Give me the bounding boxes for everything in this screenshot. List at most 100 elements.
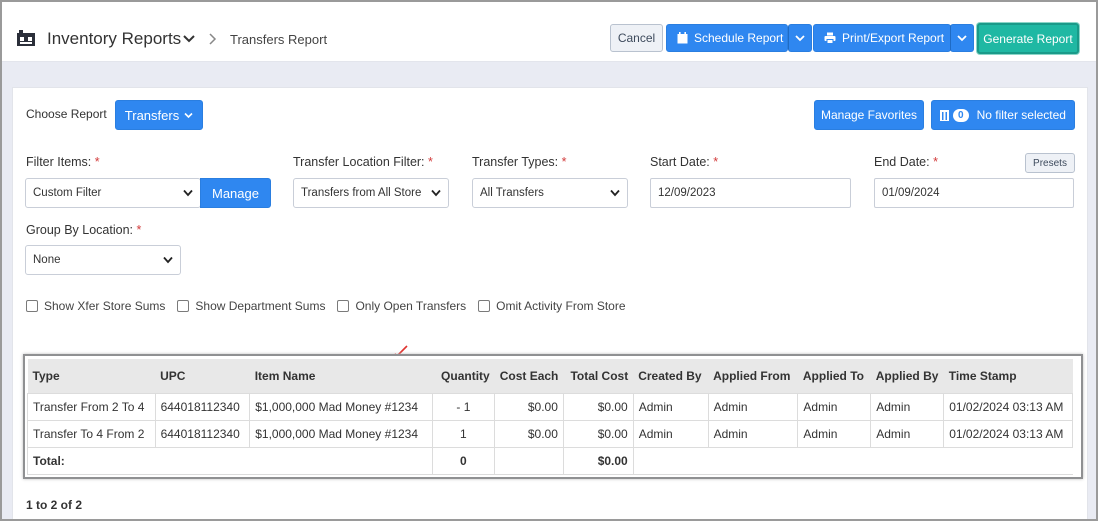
column-header-item-name[interactable]: Item Name: [249, 359, 433, 393]
location-filter-label: Transfer Location Filter: *: [293, 155, 433, 169]
filter-status-button[interactable]: 0 No filter selected: [931, 100, 1075, 130]
report-selector-label: Transfers: [124, 107, 180, 123]
cell-created-by: Admin: [632, 419, 709, 448]
cell-applied-from: Admin: [707, 419, 799, 448]
warehouse-icon: [17, 30, 35, 46]
generate-report-button[interactable]: Generate Report: [977, 23, 1079, 54]
column-header-cost-each[interactable]: Cost Each: [494, 359, 564, 393]
print-export-dropdown[interactable]: [950, 24, 974, 52]
column-header-upc[interactable]: UPC: [155, 359, 250, 393]
filter-items-select[interactable]: Custom Filter: [25, 178, 201, 208]
manage-favorites-button[interactable]: Manage Favorites: [814, 100, 924, 130]
report-options: Show Xfer Store Sums Show Department Sum…: [26, 299, 638, 313]
cell-type: Transfer From 2 To 4: [27, 392, 156, 421]
printer-icon: [824, 32, 836, 44]
manage-filter-button[interactable]: Manage: [200, 178, 271, 208]
filter-items-label: Filter Items: *: [26, 155, 100, 169]
chevron-down-icon: [610, 189, 620, 197]
option-only-open-transfers[interactable]: Only Open Transfers: [337, 299, 466, 313]
column-header-total-cost[interactable]: Total Cost: [563, 359, 634, 393]
breadcrumb: Transfers Report: [230, 32, 328, 47]
filter-icon: [940, 109, 950, 121]
checkbox[interactable]: [337, 300, 350, 312]
filter-items-value: Custom Filter: [33, 187, 102, 199]
column-header-quantity[interactable]: Quantity: [432, 359, 495, 393]
checkbox[interactable]: [478, 300, 491, 312]
report-table: Type UPC Item Name Quantity Cost Each To…: [27, 359, 1073, 475]
print-export-label: Print/Export Report: [842, 31, 945, 45]
end-date-input[interactable]: 01/09/2024: [874, 178, 1074, 208]
start-date-label: Start Date: *: [650, 155, 719, 169]
filter-count-badge: 0: [953, 108, 969, 122]
schedule-report-label: Schedule Report: [694, 31, 784, 45]
chevron-down-icon: [184, 112, 193, 118]
chevron-down-icon: [957, 35, 967, 42]
group-by-value: None: [33, 254, 61, 266]
cell-quantity: - 1: [431, 392, 496, 421]
cell-item-name: $1,000,000 Mad Money #1234: [249, 392, 433, 421]
cancel-button[interactable]: Cancel: [610, 24, 663, 52]
total-cost-each-empty: [494, 446, 564, 475]
table-row[interactable]: Transfer To 4 From 2 644018112340 $1,000…: [27, 419, 1073, 448]
table-row[interactable]: Transfer From 2 To 4 644018112340 $1,000…: [27, 392, 1073, 421]
cell-item-name: $1,000,000 Mad Money #1234: [249, 419, 433, 448]
app-title[interactable]: Inventory Reports: [47, 29, 181, 49]
cell-time-stamp: 01/02/2024 03:13 AM: [943, 392, 1073, 421]
chevron-right-icon: [209, 33, 217, 45]
report-selector[interactable]: Transfers: [115, 100, 203, 130]
schedule-report-dropdown[interactable]: [788, 24, 812, 52]
cell-total-cost: $0.00: [562, 392, 634, 421]
report-panel: Choose Report Transfers Manage Favorites…: [12, 87, 1088, 519]
chevron-down-icon[interactable]: [183, 34, 195, 44]
cell-applied-by: Admin: [870, 392, 945, 421]
location-filter-value: Transfers from All Store: [301, 187, 422, 199]
cell-applied-from: Admin: [707, 392, 799, 421]
cell-total-cost: $0.00: [562, 419, 634, 448]
pagination-summary: 1 to 2 of 2: [26, 498, 83, 512]
column-header-applied-from[interactable]: Applied From: [708, 359, 798, 393]
column-header-applied-by[interactable]: Applied By: [870, 359, 944, 393]
cell-time-stamp: 01/02/2024 03:13 AM: [943, 419, 1073, 448]
option-show-department-sums[interactable]: Show Department Sums: [177, 299, 325, 313]
start-date-input[interactable]: 12/09/2023: [650, 178, 851, 208]
cell-type: Transfer To 4 From 2: [27, 419, 156, 448]
top-strip: [2, 2, 1096, 14]
group-by-select[interactable]: None: [25, 245, 181, 275]
total-quantity: 0: [431, 446, 496, 475]
chevron-down-icon: [163, 256, 173, 264]
cell-cost-each: $0.00: [494, 392, 564, 421]
chevron-down-icon: [431, 189, 441, 197]
no-filter-label: No filter selected: [976, 108, 1066, 122]
choose-report-label: Choose Report: [26, 107, 107, 121]
transfer-types-select[interactable]: All Transfers: [472, 178, 628, 208]
option-show-xfer-store-sums[interactable]: Show Xfer Store Sums: [26, 299, 165, 313]
cell-cost-each: $0.00: [494, 419, 564, 448]
header-bar: Inventory Reports Transfers Report Cance…: [2, 14, 1096, 62]
chevron-down-icon: [183, 189, 193, 197]
print-export-button[interactable]: Print/Export Report: [813, 24, 951, 52]
column-header-time-stamp[interactable]: Time Stamp: [943, 359, 1073, 393]
cell-upc: 644018112340: [154, 419, 251, 448]
location-filter-select[interactable]: Transfers from All Store: [293, 178, 449, 208]
cell-applied-to: Admin: [797, 392, 872, 421]
checkbox[interactable]: [26, 300, 38, 312]
total-cost: $0.00: [562, 446, 634, 475]
presets-button[interactable]: Presets: [1025, 153, 1075, 173]
checkbox[interactable]: [177, 300, 190, 312]
cell-created-by: Admin: [632, 392, 709, 421]
table-total-row: Total: 0 $0.00: [27, 446, 1073, 475]
column-header-applied-to[interactable]: Applied To: [797, 359, 871, 393]
transfer-types-label: Transfer Types: *: [472, 155, 567, 169]
column-header-type[interactable]: Type: [27, 359, 156, 393]
app-window: Inventory Reports Transfers Report Cance…: [0, 0, 1098, 521]
calendar-icon: [677, 32, 688, 44]
transfer-types-value: All Transfers: [480, 187, 544, 199]
schedule-report-button[interactable]: Schedule Report: [666, 24, 788, 52]
table-header-row: Type UPC Item Name Quantity Cost Each To…: [27, 359, 1073, 393]
cell-applied-to: Admin: [797, 419, 872, 448]
column-header-created-by[interactable]: Created By: [633, 359, 709, 393]
chevron-down-icon: [795, 35, 805, 42]
end-date-label: End Date: *: [874, 155, 938, 169]
report-table-container: Type UPC Item Name Quantity Cost Each To…: [23, 354, 1083, 479]
option-omit-activity-from-store[interactable]: Omit Activity From Store: [478, 299, 626, 313]
